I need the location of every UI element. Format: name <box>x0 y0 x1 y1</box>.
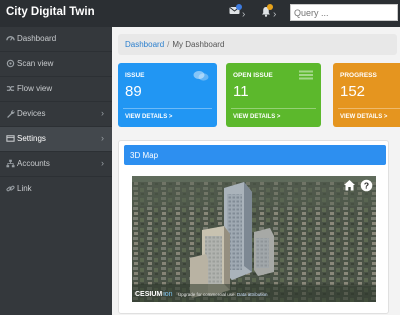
sidebar-item-label: Settings <box>17 134 46 143</box>
map-attribution: Upgrade for commercial use. Data attribu… <box>178 292 268 297</box>
card-value: 89 <box>125 83 142 100</box>
sidebar-item-flow-view[interactable]: Flow view <box>0 77 112 101</box>
sidebar-item-label: Scan view <box>17 59 54 68</box>
sitemap-icon <box>6 159 15 168</box>
sidebar: Dashboard Scan view Flow view Devices › … <box>0 27 112 315</box>
search-input[interactable] <box>290 4 398 21</box>
help-icon[interactable]: ? <box>360 179 373 192</box>
upgrade-link[interactable]: Upgrade for commercial use. <box>178 292 236 297</box>
chevron-right-icon: › <box>101 108 104 118</box>
settings-icon <box>6 135 15 142</box>
card-title: ISSUE <box>125 72 145 79</box>
map-panel: 3D Map ? CESIUMion Upgrade for commercia… <box>118 140 389 314</box>
issue-card: ISSUE 89 VIEW DETAILS > <box>118 63 217 127</box>
chevron-right-icon: › <box>273 9 277 20</box>
sidebar-item-label: Devices <box>17 109 46 118</box>
link-icon <box>6 185 15 192</box>
app-title[interactable]: City Digital Twin <box>6 6 95 18</box>
card-divider <box>123 108 212 109</box>
card-divider <box>231 108 316 109</box>
breadcrumb: Dashboard / My Dashboard <box>118 34 397 55</box>
chevron-right-icon: › <box>242 9 246 20</box>
card-divider <box>338 108 400 109</box>
progress-card: PROGRESS 152 VIEW DETAILS > <box>333 63 400 127</box>
sidebar-item-label: Link <box>17 184 32 193</box>
cesium-logo-suffix: ion <box>163 291 173 298</box>
sidebar-item-devices[interactable]: Devices › <box>0 102 112 126</box>
view-details-link[interactable]: VIEW DETAILS > <box>233 114 280 120</box>
home-icon[interactable] <box>343 179 356 192</box>
sidebar-item-link[interactable]: Link <box>0 177 112 201</box>
city-3d-scene <box>132 176 376 302</box>
cesium-logo: CESIUMion <box>135 291 173 298</box>
sidebar-item-settings[interactable]: Settings › <box>0 127 112 151</box>
scan-icon <box>6 59 15 68</box>
sidebar-item-label: Flow view <box>17 84 53 93</box>
chevron-right-icon: › <box>101 158 104 168</box>
messages-button[interactable]: › <box>229 4 253 22</box>
dashboard-icon <box>6 35 15 41</box>
sidebar-item-accounts[interactable]: Accounts › <box>0 152 112 176</box>
sidebar-item-label: Accounts <box>17 159 50 168</box>
chevron-right-icon: › <box>101 133 104 143</box>
top-navbar: City Digital Twin › › <box>0 0 400 27</box>
sidebar-item-dashboard[interactable]: Dashboard <box>0 27 112 51</box>
open-issue-card: OPEN ISSUE 11 VIEW DETAILS > <box>226 63 321 127</box>
svg-text:?: ? <box>364 180 369 190</box>
breadcrumb-home-link[interactable]: Dashboard <box>125 40 164 49</box>
breadcrumb-current: My Dashboard <box>172 40 225 49</box>
comments-icon <box>193 71 209 81</box>
card-title: OPEN ISSUE <box>233 72 273 79</box>
list-icon <box>299 70 313 80</box>
card-value: 152 <box>340 83 366 100</box>
data-attribution-link[interactable]: Data attribution <box>237 292 268 297</box>
shuffle-icon <box>6 86 15 91</box>
sidebar-item-label: Dashboard <box>17 34 57 43</box>
cesium-3d-viewer[interactable]: ? CESIUMion Upgrade for commercial use. … <box>132 176 376 302</box>
notifications-button[interactable]: › <box>261 4 285 22</box>
wrench-icon <box>7 110 15 118</box>
card-value: 11 <box>233 83 249 100</box>
breadcrumb-separator: / <box>167 40 170 49</box>
map-panel-header: 3D Map <box>124 145 386 165</box>
view-details-link[interactable]: VIEW DETAILS > <box>340 114 387 120</box>
sidebar-item-scan-view[interactable]: Scan view <box>0 52 112 76</box>
card-title: PROGRESS <box>340 72 377 79</box>
view-details-link[interactable]: VIEW DETAILS > <box>125 114 172 120</box>
cesium-logo-text: CESIUM <box>135 291 163 298</box>
